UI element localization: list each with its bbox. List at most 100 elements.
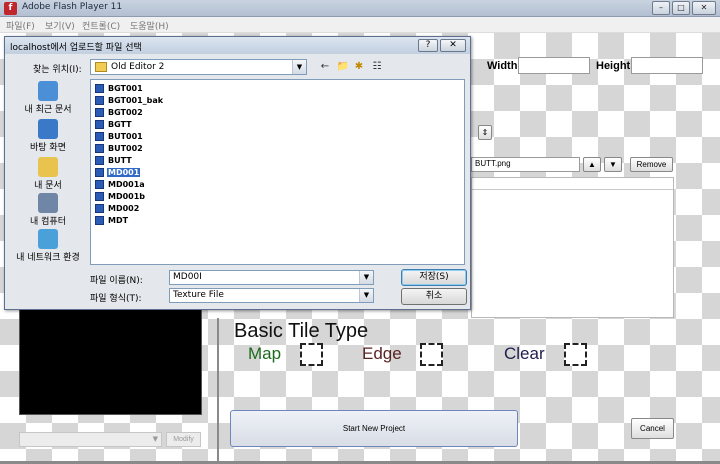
file-name: BUT002 bbox=[108, 143, 143, 153]
look-in-combo[interactable]: Old Editor 2 ▼ bbox=[90, 59, 307, 75]
list-item[interactable]: BGT001_bak bbox=[95, 94, 164, 106]
file-name: MD001 bbox=[107, 167, 141, 177]
desktop-icon bbox=[38, 119, 58, 139]
list-item[interactable]: MD002 bbox=[95, 202, 140, 214]
list-item[interactable]: BGT001 bbox=[95, 82, 144, 94]
texture-filename-field[interactable]: BUTT.png bbox=[471, 157, 580, 172]
height-label: Height: bbox=[596, 60, 634, 72]
height-input[interactable] bbox=[631, 57, 703, 74]
filename-label: 파일 이름(N): bbox=[90, 276, 143, 286]
file-icon bbox=[95, 155, 104, 165]
my-computer-icon bbox=[38, 193, 58, 213]
list-item[interactable]: MDT bbox=[95, 214, 129, 226]
place-label: 내 최근 문서 bbox=[24, 105, 72, 115]
place-network[interactable]: 내 네트워크 환경 bbox=[10, 229, 86, 263]
list-item[interactable]: BGTT bbox=[95, 118, 133, 130]
file-icon bbox=[95, 83, 104, 93]
recent-documents-icon bbox=[38, 81, 58, 101]
file-icon bbox=[95, 131, 104, 141]
file-list[interactable]: BGT001 BGT001_bak BGT002 BGTT BUT001 BUT… bbox=[90, 79, 465, 265]
place-recent-documents[interactable]: 내 최근 문서 bbox=[10, 81, 86, 115]
file-icon bbox=[95, 95, 104, 105]
back-icon[interactable]: ← bbox=[317, 59, 333, 75]
dialog-close-button[interactable]: ✕ bbox=[440, 39, 466, 52]
filetype-value: Texture File bbox=[173, 290, 224, 300]
place-desktop[interactable]: 바탕 화면 bbox=[10, 119, 86, 153]
minimize-button[interactable]: – bbox=[652, 1, 670, 15]
cancel-button[interactable]: Cancel bbox=[631, 418, 674, 439]
look-in-label: 찾는 위치(I): bbox=[33, 65, 82, 75]
move-up-button[interactable]: ▲ bbox=[583, 157, 601, 172]
file-icon bbox=[95, 143, 104, 153]
new-folder-icon[interactable]: ✱ bbox=[351, 59, 367, 75]
tile-type-map-slot[interactable] bbox=[300, 343, 323, 366]
file-name: BGT002 bbox=[108, 107, 143, 117]
tile-type-title: Basic Tile Type bbox=[234, 320, 369, 342]
app-title: Adobe Flash Player 11 bbox=[22, 2, 123, 12]
place-my-computer[interactable]: 내 컴퓨터 bbox=[10, 193, 86, 227]
dialog-cancel-button[interactable]: 취소 bbox=[401, 288, 467, 305]
list-item-selected[interactable]: MD001 bbox=[95, 166, 141, 178]
app-titlebar: f Adobe Flash Player 11 – □ ✕ bbox=[0, 0, 720, 17]
texture-filename: BUTT.png bbox=[475, 159, 511, 168]
look-in-value: Old Editor 2 bbox=[111, 62, 165, 72]
help-button[interactable]: ? bbox=[418, 39, 438, 52]
tile-preview-canvas bbox=[19, 307, 202, 415]
close-button[interactable]: ✕ bbox=[692, 1, 716, 15]
divider bbox=[217, 318, 219, 464]
save-button[interactable]: 저장(S) bbox=[401, 269, 467, 286]
my-documents-icon bbox=[38, 157, 58, 177]
file-name: MD001a bbox=[108, 179, 145, 189]
tile-type-clear-slot[interactable] bbox=[564, 343, 587, 366]
number-stepper[interactable]: ⇕ bbox=[478, 125, 492, 140]
place-label: 내 네트워크 환경 bbox=[16, 253, 80, 263]
file-name: BUT001 bbox=[108, 131, 143, 141]
start-new-project-button[interactable]: Start New Project bbox=[230, 410, 518, 447]
texture-list-panel[interactable] bbox=[471, 177, 674, 318]
modify-button[interactable]: Modify bbox=[166, 432, 201, 447]
file-name: MDT bbox=[108, 215, 129, 225]
tile-type-edge-slot[interactable] bbox=[420, 343, 443, 366]
menu-help[interactable]: 도움말(H) bbox=[130, 19, 169, 32]
list-item[interactable]: BGT002 bbox=[95, 106, 144, 118]
places-bar: 내 최근 문서 바탕 화면 내 문서 내 컴퓨터 내 네트워크 환경 bbox=[10, 79, 86, 299]
file-upload-dialog: localhost에서 업로드할 파일 선택 ? ✕ 찾는 위치(I): Old… bbox=[4, 36, 471, 310]
menu-control[interactable]: 컨트롤(C) bbox=[82, 19, 120, 32]
chevron-down-icon: ▼ bbox=[152, 435, 158, 443]
maximize-button[interactable]: □ bbox=[672, 1, 690, 15]
move-down-button[interactable]: ▼ bbox=[604, 157, 622, 172]
menu-file[interactable]: 파일(F) bbox=[6, 19, 35, 32]
view-menu-icon[interactable]: ☷ bbox=[367, 59, 387, 75]
place-my-documents[interactable]: 내 문서 bbox=[10, 157, 86, 191]
filetype-label: 파일 형식(T): bbox=[90, 294, 142, 304]
list-item[interactable]: MD001a bbox=[95, 178, 146, 190]
file-icon bbox=[95, 119, 104, 129]
file-icon bbox=[95, 107, 104, 117]
file-icon bbox=[95, 191, 104, 201]
list-item[interactable]: BUT002 bbox=[95, 142, 144, 154]
tile-type-map-label: Map bbox=[248, 344, 282, 363]
file-name: BGT001 bbox=[108, 83, 143, 93]
width-label: Width: bbox=[487, 60, 522, 72]
up-folder-icon[interactable]: 📁 bbox=[335, 59, 351, 75]
width-input[interactable] bbox=[518, 57, 590, 74]
chevron-down-icon[interactable]: ▼ bbox=[359, 271, 373, 284]
menu-bar: 파일(F) 보기(V) 컨트롤(C) 도움말(H) bbox=[0, 17, 720, 33]
preset-select[interactable]: ▼ bbox=[19, 432, 162, 447]
list-item[interactable]: BUT001 bbox=[95, 130, 144, 142]
chevron-down-icon[interactable]: ▼ bbox=[359, 289, 373, 302]
remove-button[interactable]: Remove bbox=[630, 157, 673, 172]
list-item[interactable]: BUTT bbox=[95, 154, 133, 166]
menu-view[interactable]: 보기(V) bbox=[45, 19, 75, 32]
chevron-down-icon[interactable]: ▼ bbox=[292, 60, 306, 74]
filetype-select[interactable]: Texture File ▼ bbox=[169, 288, 374, 303]
place-label: 내 컴퓨터 bbox=[30, 217, 66, 227]
file-name: BGTT bbox=[108, 119, 132, 129]
place-label: 바탕 화면 bbox=[30, 143, 66, 153]
list-item[interactable]: MD001b bbox=[95, 190, 146, 202]
place-label: 내 문서 bbox=[34, 181, 62, 191]
file-name: MD001b bbox=[108, 191, 146, 201]
folder-icon bbox=[95, 62, 107, 72]
file-icon bbox=[95, 167, 104, 177]
filename-input[interactable]: MD00I ▼ bbox=[169, 270, 374, 285]
